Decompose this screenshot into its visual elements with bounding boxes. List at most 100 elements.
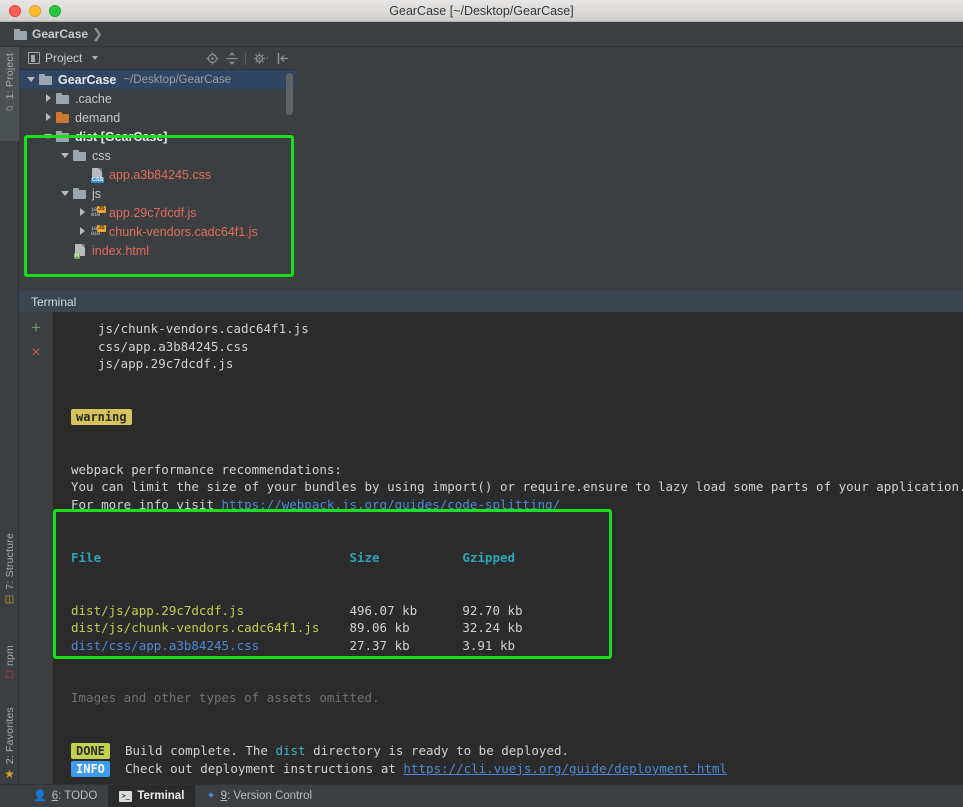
rail-label-npm: npm (3, 645, 16, 667)
js-badge: JS (97, 205, 106, 213)
table-row-gzipped: 92.70 kb (462, 602, 523, 618)
terminal-icon: >_ (119, 790, 133, 802)
project-panel-title-button[interactable]: Project (19, 51, 99, 65)
tree-row-label: GearCase (58, 72, 117, 87)
chevron-down-icon[interactable] (61, 189, 70, 198)
tree-row-label: dist [GearCase] (75, 129, 168, 144)
add-terminal-tab-button[interactable]: + (31, 319, 41, 336)
tree-row-label: app.29c7dcdf.js (109, 205, 197, 220)
terminal-table-header: File Size Gzipped (53, 549, 963, 567)
terminal-output[interactable]: js/chunk-vendors.cadc64f1.js css/app.a3b8… (53, 312, 963, 784)
chevron-down-icon[interactable] (44, 132, 53, 141)
hide-panel-icon[interactable] (277, 52, 289, 65)
close-terminal-tab-button[interactable]: × (31, 345, 40, 361)
npm-icon: ☐ (5, 670, 14, 682)
sidebar-item-npm[interactable]: npm ☐ (0, 639, 19, 695)
editor-empty-area (295, 47, 963, 289)
folder-glyph (73, 149, 86, 161)
terminal-warning-line-2: For more info visit https://webpack.js.o… (71, 496, 561, 512)
webpack-code-splitting-link[interactable]: https://webpack.js.org/guides/code-split… (222, 497, 561, 512)
folder-glyph (56, 130, 69, 142)
terminal-gutter: + × (19, 312, 53, 784)
sidebar-item-project[interactable]: 1: Project ▱ (0, 47, 19, 141)
window-title: GearCase [~/Desktop/GearCase] (389, 4, 574, 18)
table-row-size: 27.37 kb (349, 637, 463, 653)
status-item-version-control[interactable]: ✦ 9: Version Control (195, 785, 323, 807)
locate-in-tree-icon[interactable] (206, 52, 219, 65)
tree-row[interactable]: dist [GearCase] (19, 127, 295, 146)
chevron-right-icon[interactable] (78, 227, 87, 236)
tree-row[interactable]: js (19, 184, 295, 203)
tree-row[interactable]: demand (19, 108, 295, 127)
tree-row[interactable]: css (19, 146, 295, 165)
terminal-warning-line-1: You can limit the size of your bundles b… (71, 479, 963, 495)
terminal-asset-line-2: js/app.29c7dcdf.js (98, 356, 234, 372)
rail-label-structure: 7: Structure (3, 533, 16, 590)
window-titlebar: GearCase [~/Desktop/GearCase] (0, 0, 963, 22)
chevron-right-icon[interactable] (44, 94, 53, 103)
terminal-asset-line-0: js/chunk-vendors.cadc64f1.js (98, 321, 309, 336)
table-row-file: dist/css/app.a3b84245.css (71, 637, 350, 653)
done-tag: DONE (71, 743, 110, 760)
settings-gear-icon[interactable] (253, 52, 270, 65)
rail-label-project: 1: Project (3, 53, 16, 100)
folder-icon (73, 149, 88, 163)
table-row-size: 89.06 kb (349, 620, 463, 636)
tree-row[interactable]: 10 010 JS app.29c7dcdf.js (19, 203, 295, 222)
tree-row[interactable]: 10 010 JS chunk-vendors.cadc64f1.js (19, 222, 295, 241)
table-row-file: dist/js/chunk-vendors.cadc64f1.js (71, 620, 350, 636)
breadcrumb-label: GearCase (32, 27, 89, 41)
table-header-file: File (71, 549, 350, 565)
chevron-down-icon[interactable] (61, 151, 70, 160)
breadcrumb: GearCase ❯ (0, 22, 963, 47)
css-file-icon: CSS (90, 167, 105, 183)
chevron-right-icon[interactable] (78, 208, 87, 217)
collapse-all-icon[interactable] (226, 52, 238, 65)
tree-row[interactable]: CSS app.a3b84245.css (19, 165, 295, 184)
ide-window: GearCase [~/Desktop/GearCase] GearCase ❯… (0, 0, 963, 807)
terminal-asset-line-1: css/app.a3b84245.css (98, 338, 249, 354)
vue-deployment-link[interactable]: https://cli.vuejs.org/guide/deployment.h… (403, 761, 727, 776)
tree-row-label: app.a3b84245.css (109, 167, 212, 182)
tree-row[interactable]: .cache (19, 89, 295, 108)
tree-row[interactable]: Hindex.html (19, 241, 295, 260)
breadcrumb-item-gearcase[interactable]: GearCase (14, 27, 88, 41)
tree-row-label: index.html (92, 243, 149, 258)
left-tool-rail: 1: Project ▱ 7: Structure ◫ npm ☐ 2: Fav… (0, 47, 19, 784)
folder-glyph (56, 92, 69, 104)
file-type-badge: CSS (91, 176, 105, 183)
project-file-tree[interactable]: GearCase ~/Desktop/GearCase .cache demand di… (19, 70, 295, 289)
toolbar-divider (245, 52, 246, 65)
chevron-right-icon[interactable] (44, 113, 53, 122)
status-item-todo-label: : TODO (58, 790, 98, 802)
folder-icon (56, 111, 71, 125)
js-file-icon: 10 010 JS (90, 224, 106, 239)
project-view-icon (28, 52, 40, 64)
todo-icon: 👤 (33, 789, 47, 802)
rail-label-favorites: 2: Favorites (3, 707, 16, 765)
project-tree-scrollbar[interactable] (286, 73, 293, 115)
tree-row-label: chunk-vendors.cadc64f1.js (109, 224, 258, 239)
status-item-vc-label: : Version Control (227, 790, 313, 802)
warning-tag: warning (71, 408, 132, 425)
status-item-todo[interactable]: 👤 6: TODO (22, 785, 108, 807)
table-row-gzipped: 3.91 kb (462, 637, 516, 653)
table-header-size: Size (349, 549, 463, 565)
chevron-down-icon[interactable] (27, 75, 36, 84)
folder-icon (39, 73, 54, 87)
sidebar-item-structure[interactable]: 7: Structure ◫ (0, 527, 19, 633)
tree-row[interactable]: GearCase ~/Desktop/GearCase (19, 70, 295, 89)
folder-glyph (56, 111, 69, 123)
chevron-down-icon[interactable] (92, 56, 99, 60)
status-item-terminal[interactable]: >_ Terminal (108, 784, 196, 807)
